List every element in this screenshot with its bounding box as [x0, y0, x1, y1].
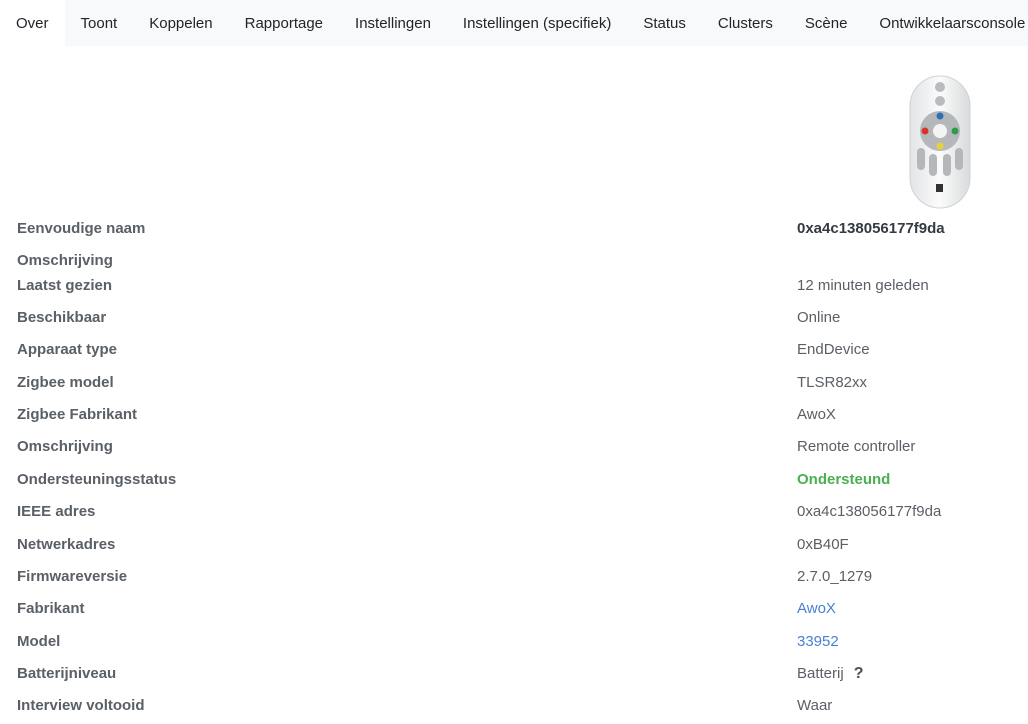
- friendly-name-label: Eenvoudige naam: [17, 220, 146, 237]
- model-label: Model: [17, 633, 61, 650]
- firmware-value: 2.7.0_1279: [797, 568, 873, 585]
- row-last-seen: Laatst gezien 12 minuten geleden: [0, 274, 1028, 298]
- row-ieee-address: IEEE adres 0xa4c138056177f9da: [0, 500, 1028, 524]
- description-2-value: Remote controller: [797, 438, 916, 455]
- row-device-type: Apparaat type EndDevice: [0, 338, 1028, 362]
- tab-bar: Over Toont Koppelen Rapportage Instellin…: [0, 0, 1028, 46]
- device-image: [909, 75, 971, 209]
- battery-text: Batterij: [797, 665, 844, 682]
- ieee-address-value: 0xa4c138056177f9da: [797, 503, 942, 520]
- last-seen-value: 12 minuten geleden: [797, 277, 929, 294]
- row-description-2: Omschrijving Remote controller: [0, 435, 1028, 459]
- zigbee-model-label: Zigbee model: [17, 374, 114, 391]
- model-link[interactable]: 33952: [797, 630, 839, 654]
- firmware-label: Firmwareversie: [17, 568, 128, 585]
- tab-koppelen[interactable]: Koppelen: [133, 0, 228, 46]
- description-label: Omschrijving: [17, 252, 113, 269]
- manufacturer-link[interactable]: AwoX: [797, 597, 836, 621]
- last-seen-label: Laatst gezien: [17, 277, 113, 294]
- row-battery: Batterijniveau Batterij?: [0, 662, 1028, 686]
- row-network-address: Netwerkadres 0xB40F: [0, 533, 1028, 557]
- row-zigbee-manufacturer: Zigbee Fabrikant AwoX: [0, 403, 1028, 427]
- help-icon[interactable]: ?: [854, 662, 864, 686]
- interview-label: Interview voltooid: [17, 697, 145, 714]
- row-model: Model 33952: [0, 630, 1028, 654]
- row-description: Omschrijving: [0, 249, 1028, 273]
- zigbee-manufacturer-label: Zigbee Fabrikant: [17, 406, 138, 423]
- device-type-value: EndDevice: [797, 341, 870, 358]
- ieee-address-label: IEEE adres: [17, 503, 96, 520]
- friendly-name-value[interactable]: 0xa4c138056177f9da: [797, 217, 945, 241]
- row-availability: Beschikbaar Online: [0, 306, 1028, 330]
- row-manufacturer: Fabrikant AwoX: [0, 597, 1028, 621]
- tab-scene[interactable]: Scène: [789, 0, 864, 46]
- row-interview: Interview voltooid Waar: [0, 694, 1028, 718]
- tab-instellingen-specifiek[interactable]: Instellingen (specifiek): [447, 0, 627, 46]
- tab-instellingen[interactable]: Instellingen: [339, 0, 447, 46]
- device-type-label: Apparaat type: [17, 341, 118, 358]
- battery-label: Batterijniveau: [17, 665, 117, 682]
- row-firmware: Firmwareversie 2.7.0_1279: [0, 565, 1028, 589]
- description-2-label: Omschrijving: [17, 438, 113, 455]
- row-support-status: Ondersteuningsstatus Ondersteund: [0, 468, 1028, 492]
- row-friendly-name: Eenvoudige naam 0xa4c138056177f9da: [0, 217, 1028, 241]
- battery-value: Batterij?: [797, 662, 863, 686]
- availability-value: Online: [797, 309, 841, 326]
- support-status-value: Ondersteund: [797, 471, 891, 488]
- tab-toont[interactable]: Toont: [65, 0, 134, 46]
- tab-ontwikkelaarsconsole[interactable]: Ontwikkelaarsconsole: [863, 0, 1028, 46]
- manufacturer-label: Fabrikant: [17, 600, 85, 617]
- network-address-value: 0xB40F: [797, 536, 849, 553]
- interview-value: Waar: [797, 697, 833, 714]
- tab-status[interactable]: Status: [627, 0, 702, 46]
- support-status-label: Ondersteuningsstatus: [17, 471, 177, 488]
- row-zigbee-model: Zigbee model TLSR82xx: [0, 371, 1028, 395]
- network-address-label: Netwerkadres: [17, 536, 116, 553]
- zigbee-manufacturer-value: AwoX: [797, 406, 836, 423]
- tab-clusters[interactable]: Clusters: [702, 0, 789, 46]
- tab-over[interactable]: Over: [0, 0, 65, 46]
- zigbee-model-value: TLSR82xx: [797, 374, 868, 391]
- tab-rapportage[interactable]: Rapportage: [229, 0, 339, 46]
- availability-label: Beschikbaar: [17, 309, 107, 326]
